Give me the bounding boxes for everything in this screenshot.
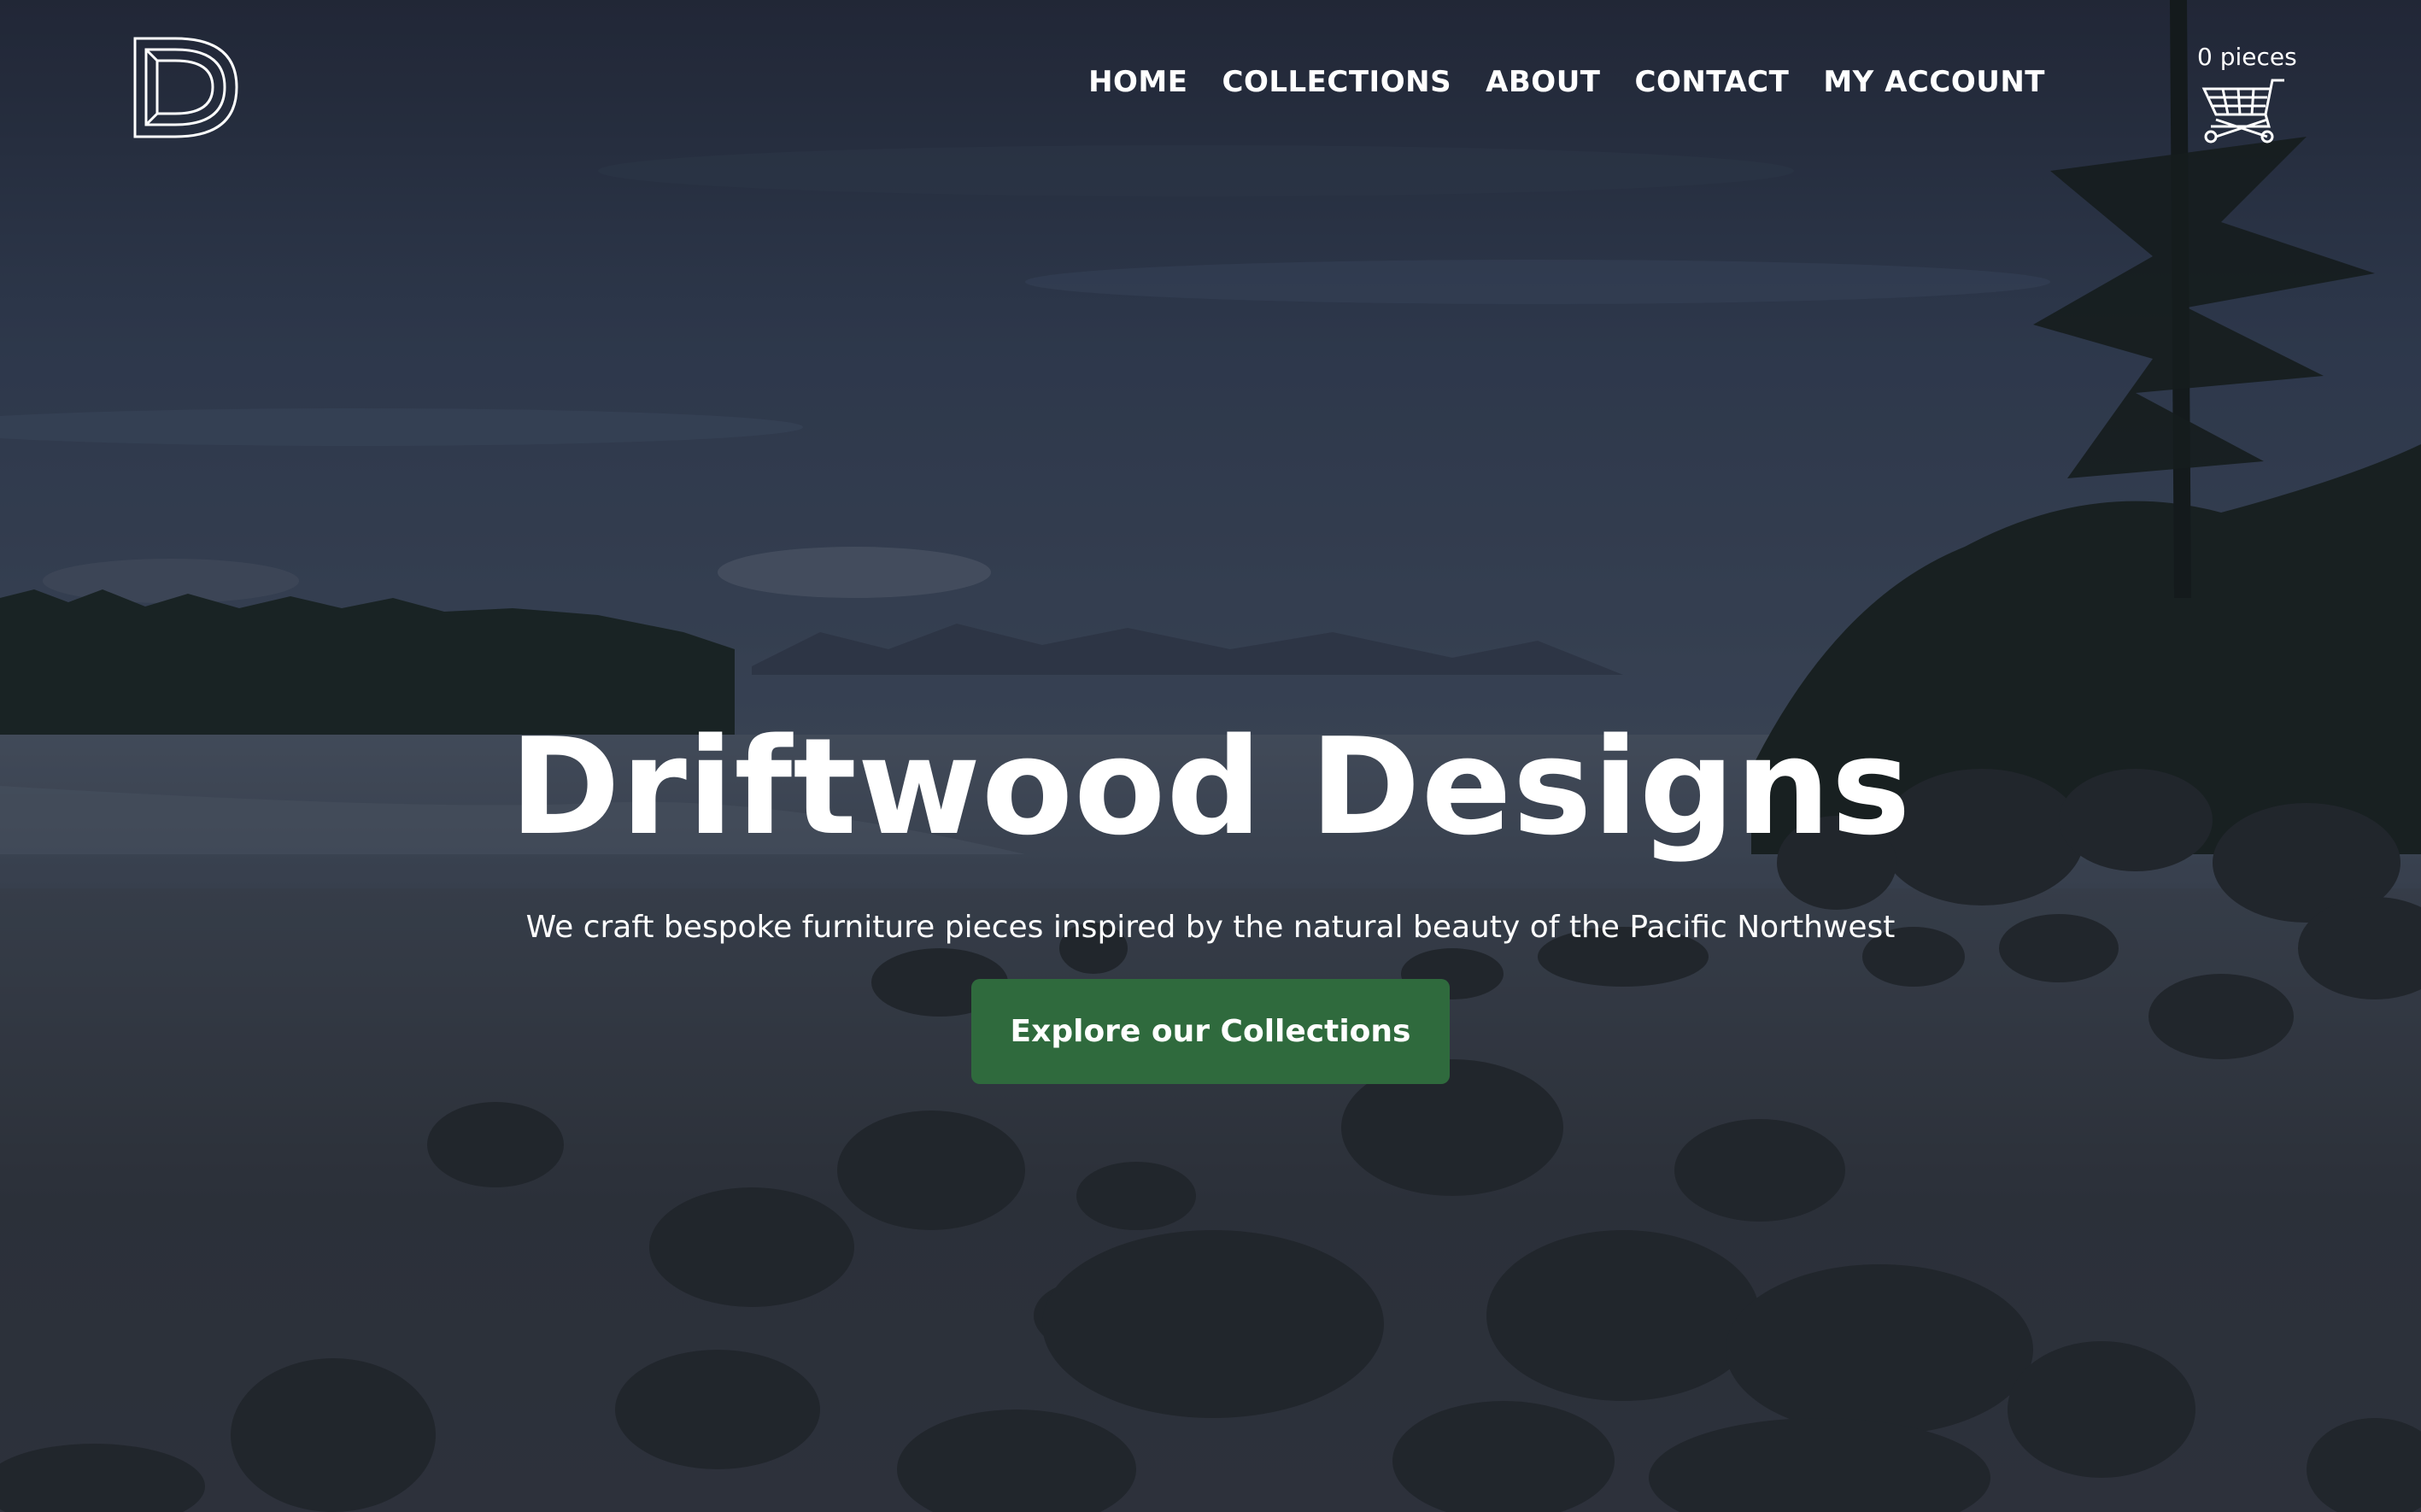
nav-my-account[interactable]: MY ACCOUNT	[1823, 65, 2045, 99]
driftwood-d-logo-icon[interactable]	[132, 34, 239, 141]
explore-collections-button[interactable]: Explore our Collections	[971, 979, 1450, 1084]
hero-title: Driftwood Designs	[509, 708, 1912, 864]
nav-home[interactable]: HOME	[1088, 65, 1187, 99]
nav-collections[interactable]: COLLECTIONS	[1222, 65, 1452, 99]
nav-contact[interactable]: CONTACT	[1635, 65, 1790, 99]
cart-count: 0 pieces	[2197, 43, 2297, 71]
cart-button[interactable]: 0 pieces	[2194, 43, 2297, 154]
hero-tagline: We craft bespoke furniture pieces inspir…	[525, 910, 1896, 945]
nav-about[interactable]: ABOUT	[1486, 65, 1600, 99]
shopping-cart-icon	[2201, 79, 2284, 144]
main-navigation: HOME COLLECTIONS ABOUT CONTACT MY ACCOUN…	[1088, 65, 2045, 99]
hero-section: HOME COLLECTIONS ABOUT CONTACT MY ACCOUN…	[0, 0, 2421, 1512]
